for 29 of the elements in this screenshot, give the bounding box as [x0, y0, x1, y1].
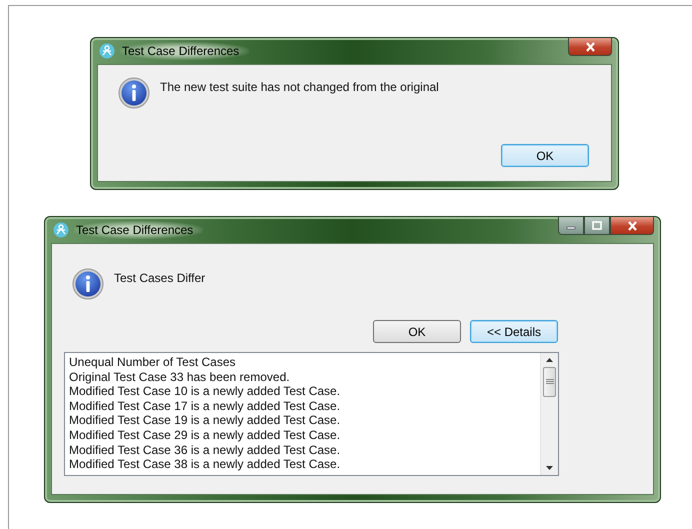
message-text: The new test suite has not changed from the original	[160, 79, 439, 94]
info-icon	[72, 268, 104, 300]
dialog-button[interactable]: << Details	[470, 320, 558, 343]
dialog-button[interactable]: OK	[501, 144, 589, 167]
details-line: Modified Test Case 38 is a newly added Test Case.	[69, 457, 342, 472]
grip-icon	[546, 379, 554, 385]
details-line: Modified Test Case 10 is a newly added Test Case.	[69, 384, 342, 399]
details-line: Unequal Number of Test Cases	[69, 355, 237, 370]
dialog-button[interactable]: OK	[373, 320, 461, 343]
scrollbar[interactable]	[540, 353, 558, 475]
maximize-button[interactable]	[584, 217, 610, 235]
close-button[interactable]	[610, 217, 654, 235]
close-icon	[584, 42, 596, 52]
info-icon	[118, 77, 150, 109]
details-line: Modified Test Case 29 is a newly added Test Case.	[69, 428, 342, 443]
window-title: Test Case Differences	[120, 42, 250, 60]
scrollbar-thumb[interactable]	[543, 367, 556, 397]
app-icon	[99, 43, 115, 59]
minimize-button[interactable]	[558, 217, 584, 235]
close-icon	[626, 220, 638, 230]
maximize-icon	[592, 221, 602, 230]
window-title: Test Case Differences	[74, 221, 204, 239]
details-line: Modified Test Case 36 is a newly added Test Case.	[69, 442, 342, 458]
close-button[interactable]	[568, 38, 612, 56]
details-line: Modified Test Case 17 is a newly added Test Case.	[69, 398, 342, 414]
details-line: Original Test Case 33 has been removed.	[69, 370, 291, 384]
details-line: Modified Test Case 19 is a newly added Test Case.	[69, 413, 342, 428]
message-text: Test Cases Differ	[114, 270, 206, 285]
app-icon	[53, 222, 69, 238]
